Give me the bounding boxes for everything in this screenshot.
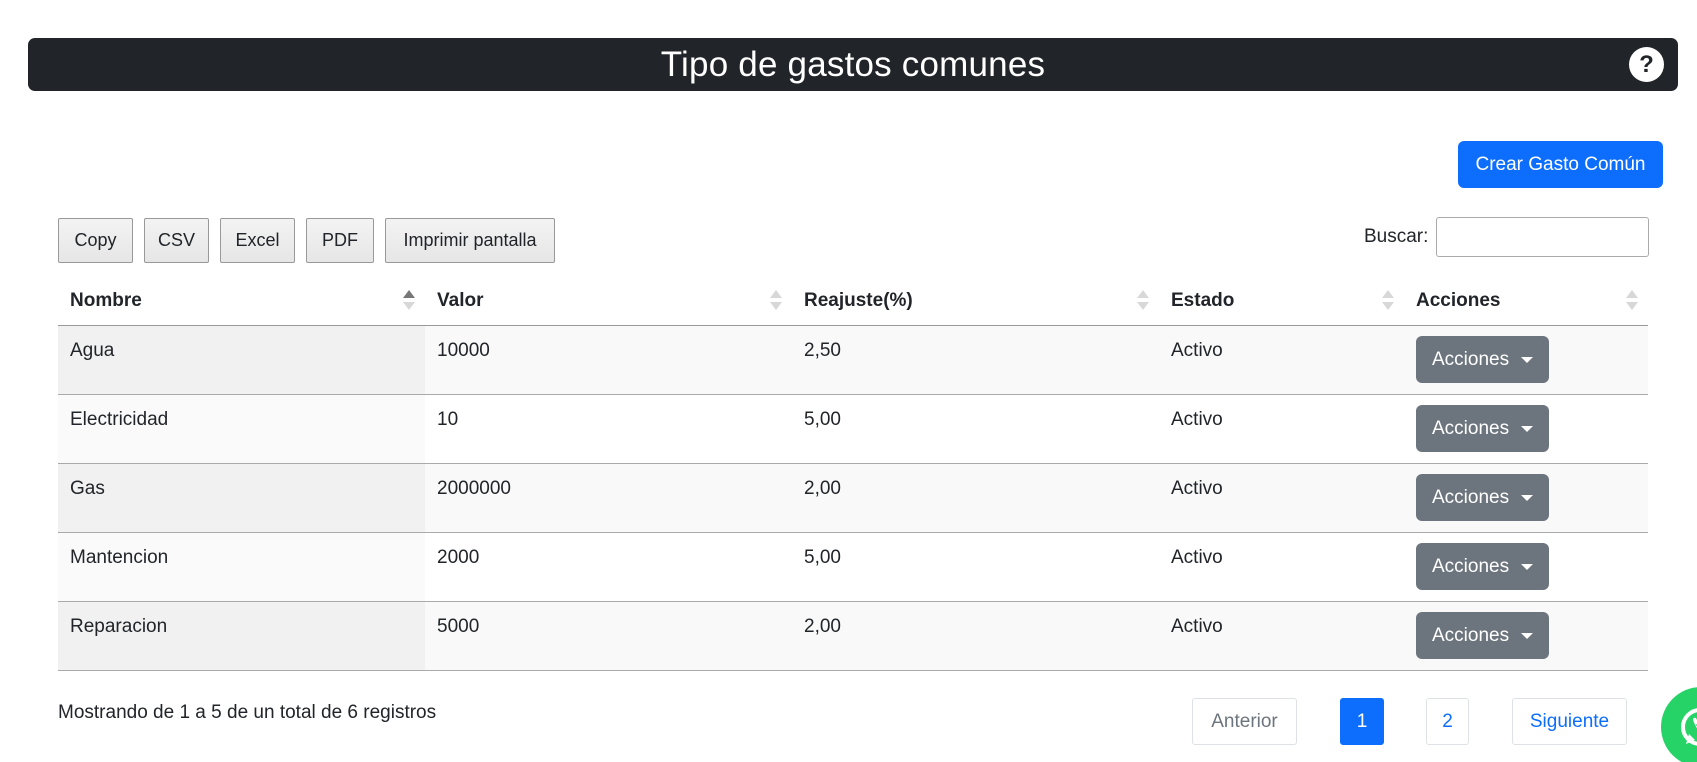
excel-button[interactable]: Excel xyxy=(220,218,295,263)
copy-button[interactable]: Copy xyxy=(58,218,133,263)
caret-down-icon xyxy=(1521,356,1533,363)
column-header-estado[interactable]: Estado xyxy=(1159,276,1404,325)
cell-valor: 10 xyxy=(437,409,459,430)
cell-estado: Activo xyxy=(1171,547,1223,568)
cell-valor: 2000000 xyxy=(437,478,511,499)
cell-acciones: Acciones xyxy=(1404,464,1648,532)
caret-down-icon xyxy=(1521,632,1533,639)
caret-down-icon xyxy=(1521,494,1533,501)
help-icon[interactable]: ? xyxy=(1629,47,1664,82)
cell-nombre: Mantencion xyxy=(58,533,425,601)
caret-down-icon xyxy=(1521,425,1533,432)
sort-icon xyxy=(770,290,782,312)
cell-acciones: Acciones xyxy=(1404,602,1648,670)
cell-reajuste: 5,00 xyxy=(804,547,841,568)
page-header: Tipo de gastos comunes ? xyxy=(28,38,1678,91)
pagination-previous[interactable]: Anterior xyxy=(1192,698,1297,745)
row-actions-label: Acciones xyxy=(1432,624,1510,646)
cell-reajuste: 2,00 xyxy=(804,616,841,637)
cell-valor: 5000 xyxy=(437,616,480,637)
sort-icon xyxy=(1626,290,1638,312)
cell-estado: Activo xyxy=(1171,616,1223,637)
row-actions-label: Acciones xyxy=(1432,555,1510,577)
cell-estado: Activo xyxy=(1171,478,1223,499)
table-row: Agua 10000 2,50 Activo Acciones xyxy=(58,326,1648,395)
cell-acciones: Acciones xyxy=(1404,395,1648,463)
cell-nombre: Electricidad xyxy=(58,395,425,463)
row-actions-label: Acciones xyxy=(1432,348,1510,370)
column-header-label: Nombre xyxy=(70,289,142,311)
table-info: Mostrando de 1 a 5 de un total de 6 regi… xyxy=(58,702,437,723)
sort-asc-icon xyxy=(403,290,415,312)
page: Tipo de gastos comunes ? Crear Gasto Com… xyxy=(0,0,1697,762)
search-input[interactable] xyxy=(1436,217,1650,257)
page-title: Tipo de gastos comunes xyxy=(660,44,1046,84)
cell-reajuste: 5,00 xyxy=(804,409,841,430)
pagination-page-2[interactable]: 2 xyxy=(1426,698,1469,745)
expenses-table: Nombre Valor Reajuste(%) Estado Acciones… xyxy=(58,276,1648,671)
cell-valor: 2000 xyxy=(437,547,480,568)
row-actions-dropdown[interactable]: Acciones xyxy=(1416,405,1549,452)
search-label: Buscar: xyxy=(1364,226,1429,247)
cell-nombre: Reparacion xyxy=(58,602,425,670)
cell-nombre: Agua xyxy=(58,326,425,394)
column-header-nombre[interactable]: Nombre xyxy=(58,276,425,325)
cell-estado: Activo xyxy=(1171,409,1223,430)
cell-acciones: Acciones xyxy=(1404,326,1648,394)
caret-down-icon xyxy=(1521,563,1533,570)
print-button[interactable]: Imprimir pantalla xyxy=(385,218,555,263)
sort-icon xyxy=(1137,290,1149,312)
column-header-valor[interactable]: Valor xyxy=(425,276,792,325)
csv-button[interactable]: CSV xyxy=(144,218,209,263)
search-box: Buscar: xyxy=(1364,217,1650,257)
row-actions-label: Acciones xyxy=(1432,486,1510,508)
whatsapp-button[interactable] xyxy=(1661,687,1697,762)
pagination-page-1[interactable]: 1 xyxy=(1340,698,1384,745)
pagination-next[interactable]: Siguiente xyxy=(1512,698,1627,745)
row-actions-dropdown[interactable]: Acciones xyxy=(1416,336,1549,383)
column-header-label: Estado xyxy=(1171,289,1235,311)
table-row: Gas 2000000 2,00 Activo Acciones xyxy=(58,464,1648,533)
column-header-reajuste[interactable]: Reajuste(%) xyxy=(792,276,1159,325)
cell-nombre: Gas xyxy=(58,464,425,532)
cell-valor: 10000 xyxy=(437,340,490,361)
table-row: Electricidad 10 5,00 Activo Acciones xyxy=(58,395,1648,464)
column-header-label: Valor xyxy=(437,289,484,311)
export-toolbar: Copy CSV Excel PDF Imprimir pantalla xyxy=(58,218,566,263)
cell-estado: Activo xyxy=(1171,340,1223,361)
create-expense-button[interactable]: Crear Gasto Común xyxy=(1458,141,1663,188)
whatsapp-icon xyxy=(1681,708,1697,746)
column-header-label: Acciones xyxy=(1416,289,1501,311)
cell-reajuste: 2,50 xyxy=(804,340,841,361)
cell-reajuste: 2,00 xyxy=(804,478,841,499)
column-header-label: Reajuste(%) xyxy=(804,289,913,311)
table-row: Mantencion 2000 5,00 Activo Acciones xyxy=(58,533,1648,602)
column-header-acciones[interactable]: Acciones xyxy=(1404,276,1648,325)
sort-icon xyxy=(1382,290,1394,312)
row-actions-dropdown[interactable]: Acciones xyxy=(1416,543,1549,590)
table-header: Nombre Valor Reajuste(%) Estado Acciones xyxy=(58,276,1648,326)
cell-acciones: Acciones xyxy=(1404,533,1648,601)
row-actions-label: Acciones xyxy=(1432,417,1510,439)
table-row: Reparacion 5000 2,00 Activo Acciones xyxy=(58,602,1648,671)
pdf-button[interactable]: PDF xyxy=(306,218,374,263)
row-actions-dropdown[interactable]: Acciones xyxy=(1416,612,1549,659)
row-actions-dropdown[interactable]: Acciones xyxy=(1416,474,1549,521)
